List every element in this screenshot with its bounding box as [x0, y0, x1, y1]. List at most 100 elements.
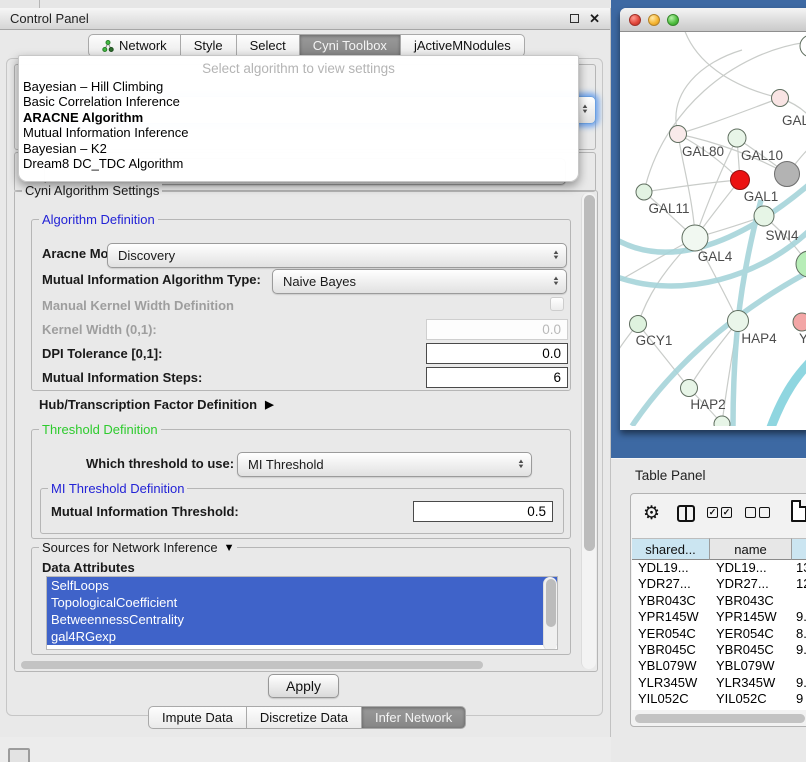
node-gal1-selected[interactable] [731, 171, 750, 190]
control-panel-titlebar: Control Panel ✕ [0, 8, 610, 30]
column-header-name[interactable]: name [710, 538, 792, 560]
node-label: HAP4 [741, 331, 777, 346]
algorithm-definition-title: Algorithm Definition [39, 212, 158, 227]
attribute-item[interactable]: SelfLoops [47, 577, 557, 594]
node-salmon-right[interactable] [793, 313, 806, 331]
node-label: GAL80 [682, 144, 724, 159]
cyni-algorithm-settings-group: Cyni Algorithm Settings Algorithm Defini… [14, 190, 598, 672]
network-canvas[interactable]: GAL GAL80 GAL10 GAL1 GAL11 SWI4 GAL4 GCY… [620, 32, 806, 426]
select-all-checkbox-icon[interactable]: ✓ [707, 507, 718, 518]
tab-select[interactable]: Select [237, 34, 300, 57]
tab-cyni-toolbox[interactable]: Cyni Toolbox [300, 34, 401, 57]
kernel-width-label: Kernel Width (0,1): [42, 322, 157, 337]
table-row[interactable]: YDR27... YDR27... 12 [632, 576, 806, 592]
mi-type-combobox[interactable]: Naive Bayes ▲▼ [272, 269, 567, 294]
table-row[interactable]: YLR345W YLR345W 9. [632, 675, 806, 691]
close-icon[interactable]: ✕ [589, 14, 600, 24]
spinner-icon: ▲▼ [549, 251, 562, 261]
tab-impute-data[interactable]: Impute Data [148, 706, 247, 729]
algorithm-list: Bayesian – Hill Climbing Basic Correlati… [19, 79, 578, 171]
algorithm-list-item[interactable]: Mutual Information Inference [19, 125, 578, 140]
dpi-tolerance-field[interactable]: 0.0 [426, 343, 568, 364]
table-window: ⚙ ✓ ✓ shared... name A YDL19. [630, 493, 806, 727]
algorithm-popup: Select algorithm to view settings Bayesi… [18, 55, 579, 182]
deselect-checkbox-icon[interactable] [759, 507, 770, 518]
node-swi4[interactable] [754, 206, 774, 226]
table-panel-area: Table Panel ⚙ ✓ ✓ shared... name A [611, 458, 806, 762]
node-gal80[interactable] [670, 126, 687, 143]
mi-threshold-title: MI Threshold Definition [48, 481, 187, 496]
network-icon [102, 40, 114, 52]
node-gal4[interactable] [682, 225, 708, 251]
node-gal-top[interactable] [772, 90, 789, 107]
data-attributes-list: SelfLoops TopologicalCoefficient Between… [46, 576, 558, 650]
sources-group-title[interactable]: Sources for Network Inference ▼ [39, 540, 237, 555]
apply-button[interactable]: Apply [268, 674, 339, 698]
zoom-window-icon[interactable] [667, 14, 679, 26]
tab-discretize-data[interactable]: Discretize Data [247, 706, 362, 729]
tab-infer-network[interactable]: Infer Network [362, 706, 466, 729]
which-threshold-combobox[interactable]: MI Threshold ▲▼ [237, 452, 532, 477]
node-hap4[interactable] [728, 311, 749, 332]
table-row[interactable]: YPR145W YPR145W 9. [632, 609, 806, 625]
manual-kernel-checkbox[interactable] [550, 297, 564, 311]
attribute-item[interactable]: TopologicalCoefficient [47, 594, 557, 611]
thick-edge [770, 358, 806, 426]
control-panel-window: Control Panel ✕ Network Style Select Cyn [0, 8, 611, 737]
settings-vertical-scrollbar[interactable] [581, 193, 596, 669]
mi-steps-field[interactable]: 6 [426, 367, 568, 388]
node-gray[interactable] [775, 162, 800, 187]
deselect-checkbox-icon[interactable] [745, 507, 756, 518]
algorithm-list-item[interactable]: ARACNE Algorithm [19, 110, 578, 125]
close-window-icon[interactable] [629, 14, 641, 26]
node-gcy1[interactable] [630, 316, 647, 333]
aracne-mode-combobox[interactable]: Discovery ▲▼ [107, 243, 567, 268]
node-label: HAP2 [690, 397, 725, 412]
attribute-item[interactable]: gal4RGexp [47, 628, 557, 645]
tab-jactivemnodules[interactable]: jActiveMNodules [401, 34, 525, 57]
attribute-item[interactable]: BetweennessCentrality [47, 611, 557, 628]
export-table-icon[interactable] [791, 500, 806, 522]
table-row[interactable]: YER054C YER054C 8. [632, 626, 806, 642]
tab-network[interactable]: Network [88, 34, 181, 57]
algorithm-list-item[interactable]: Basic Correlation Inference [19, 94, 578, 109]
tab-style[interactable]: Style [181, 34, 237, 57]
table-row[interactable]: YBR043C YBR043C [632, 593, 806, 609]
mi-type-label: Mutual Information Algorithm Type: [42, 272, 261, 287]
kernel-width-field: 0.0 [426, 319, 568, 340]
expand-right-icon: ▶ [265, 398, 273, 411]
node-unlabeled-top[interactable] [800, 35, 806, 57]
column-header-shared-name[interactable]: shared... [632, 538, 710, 560]
algorithm-list-item[interactable]: Dream8 DC_TDC Algorithm [19, 156, 578, 171]
table-row[interactable]: YBR045C YBR045C 9. [632, 642, 806, 658]
table-row[interactable]: YBL079W YBL079W [632, 658, 806, 674]
column-layout-icon[interactable] [677, 505, 695, 522]
divider [39, 0, 40, 8]
table-horizontal-scrollbar[interactable] [635, 714, 805, 723]
float-panel-icon[interactable] [570, 14, 579, 23]
mi-threshold-group: MI Threshold Definition Mutual Informati… [40, 488, 564, 534]
network-view-window: GAL GAL80 GAL10 GAL1 GAL11 SWI4 GAL4 GCY… [620, 8, 806, 430]
node-label: SWI4 [765, 228, 798, 243]
node-gal10[interactable] [728, 129, 746, 147]
column-header-partial[interactable]: A [792, 538, 806, 560]
node-gal11[interactable] [636, 184, 652, 200]
mi-steps-label: Mutual Information Steps: [42, 370, 202, 385]
algorithm-list-item[interactable]: Bayesian – Hill Climbing [19, 79, 578, 94]
table-row[interactable]: YDL19... YDL19... 13 [632, 560, 806, 576]
mi-threshold-field[interactable]: 0.5 [413, 501, 553, 522]
hub-definition-expander[interactable]: Hub/Transcription Factor Definition ▶ [39, 397, 274, 412]
node-green-right[interactable] [796, 251, 806, 277]
gear-icon[interactable]: ⚙ [643, 502, 660, 525]
minimize-window-icon[interactable] [648, 14, 660, 26]
attribute-list-scrollbar[interactable] [543, 577, 557, 650]
minimized-panel-icon[interactable] [8, 748, 30, 762]
algorithm-list-item[interactable]: Bayesian – K2 [19, 141, 578, 156]
select-all-checkbox-icon[interactable]: ✓ [721, 507, 732, 518]
table-row[interactable]: YIL052C YIL052C 9 [632, 691, 806, 707]
node-hap2[interactable] [681, 380, 698, 397]
node-table: shared... name A YDL19... YDL19... 13 [632, 538, 806, 710]
settings-group-title: Cyni Algorithm Settings [22, 183, 162, 198]
settings-horizontal-scrollbar[interactable] [21, 661, 483, 669]
node-label: GAL1 [744, 189, 779, 204]
